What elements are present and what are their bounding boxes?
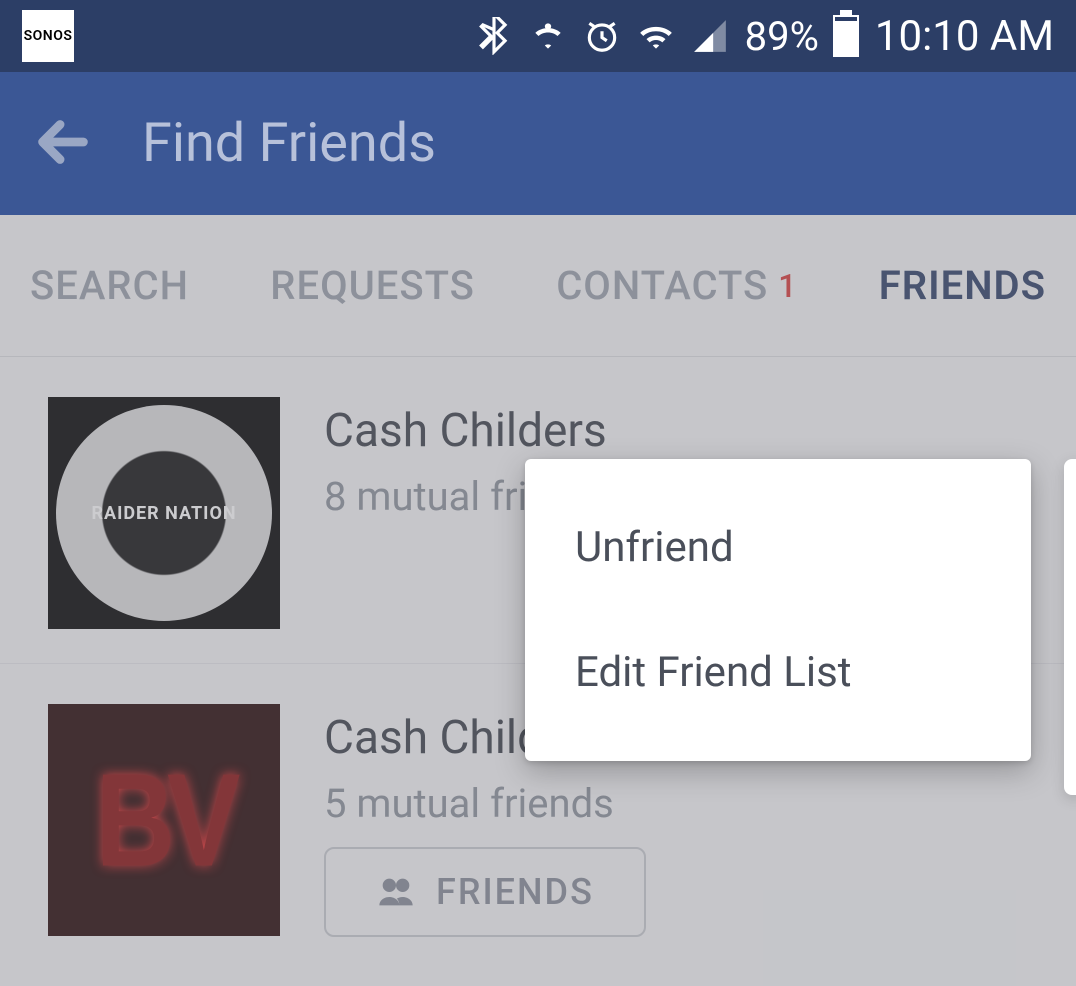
status-right: 89% 10:10 AM: [475, 12, 1054, 61]
bluetooth-icon: [475, 17, 513, 55]
status-clock: 10:10 AM: [875, 12, 1054, 61]
battery-icon: [833, 15, 859, 57]
back-button[interactable]: [28, 107, 98, 181]
battery-percent: 89%: [745, 13, 819, 60]
page-title: Find Friends: [142, 112, 436, 175]
friend-context-menu: Unfriend Edit Friend List: [525, 459, 1031, 761]
arrow-left-icon: [28, 107, 98, 177]
alarm-icon: [583, 17, 621, 55]
app-bar: Find Friends: [0, 72, 1076, 215]
cell-signal-icon: [691, 17, 729, 55]
sonos-notification-icon: SONOS: [22, 10, 74, 62]
offscreen-card-edge: [1064, 459, 1076, 795]
wifi-icon: [637, 17, 675, 55]
menu-item-unfriend[interactable]: Unfriend: [525, 485, 1031, 610]
status-bar: SONOS 89% 10:10 AM: [0, 0, 1076, 72]
status-left: SONOS: [22, 10, 74, 62]
menu-item-edit-friend-list[interactable]: Edit Friend List: [525, 610, 1031, 735]
battery-status: 89%: [745, 13, 859, 60]
wifi-calling-icon: [529, 17, 567, 55]
